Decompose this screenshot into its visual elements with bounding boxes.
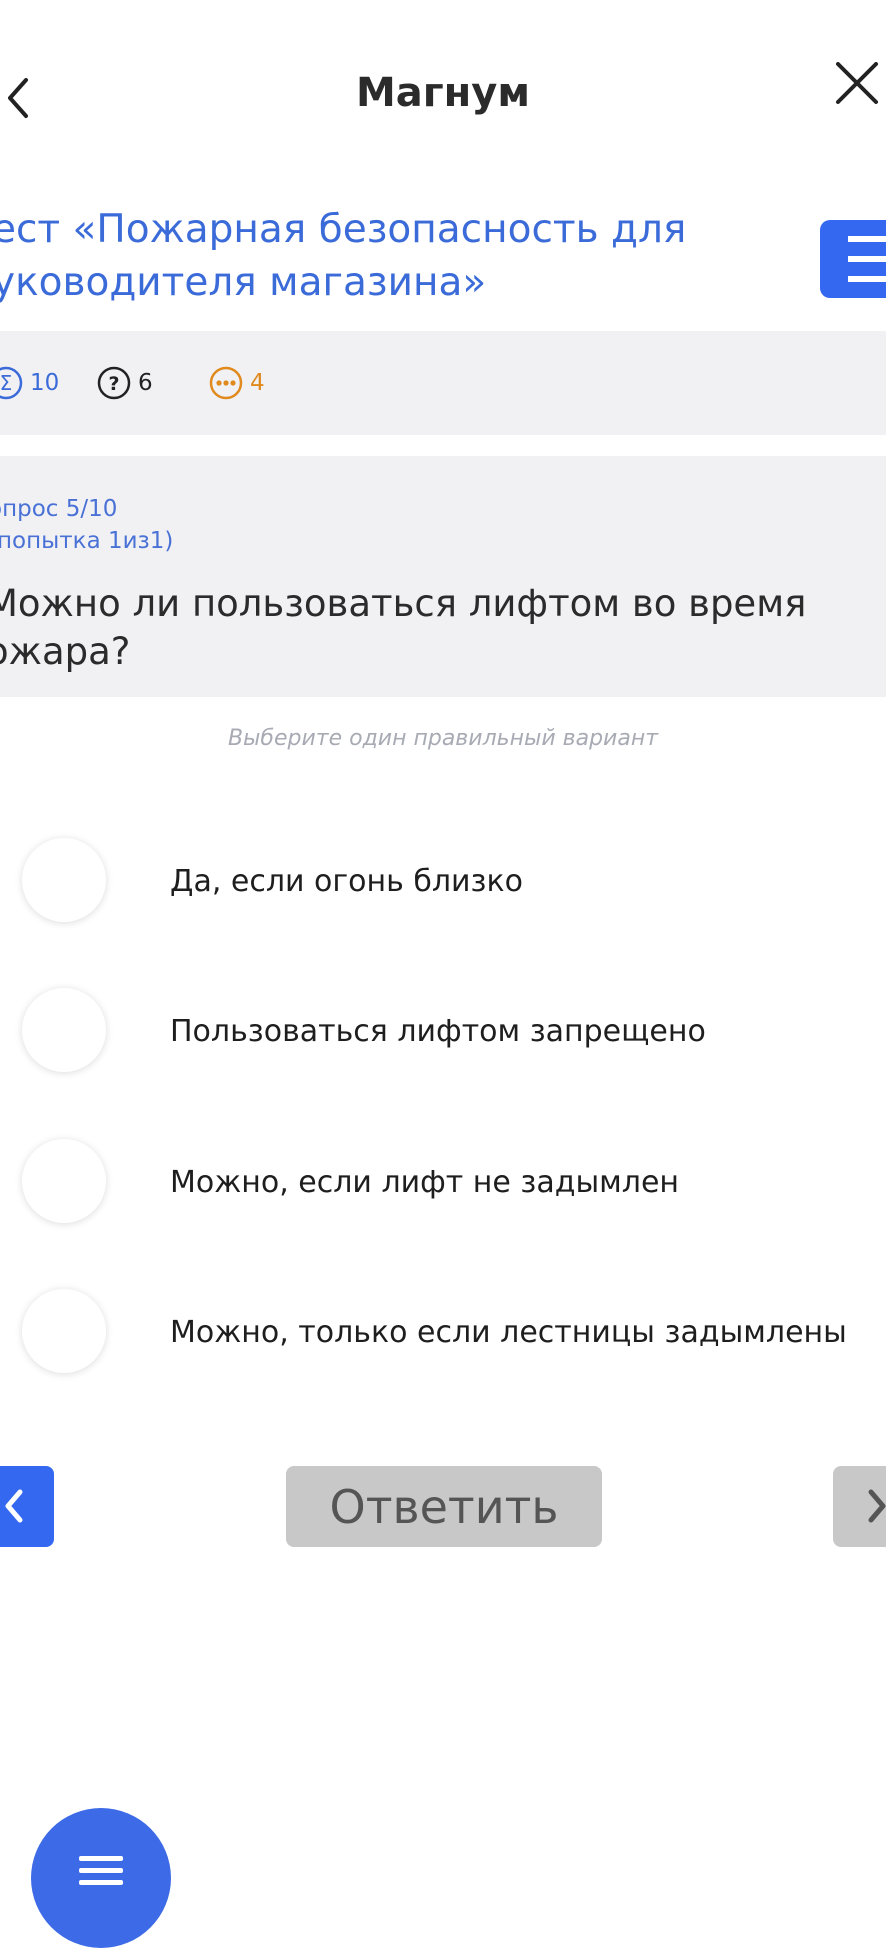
test-title: ест «Пожарная безопасность для уководите… <box>0 203 692 309</box>
answer-option-label: Пользоваться лифтом запрещено <box>170 1014 706 1049</box>
answer-option[interactable]: Пользоваться лифтом запрещено <box>0 976 886 1086</box>
answer-button[interactable]: Ответить <box>286 1466 602 1547</box>
answer-option[interactable]: Можно, если лифт не задымлен <box>0 1127 886 1237</box>
app-title: Магнум <box>355 70 531 116</box>
test-title-line-1: ест «Пожарная безопасность для <box>0 207 687 252</box>
hamburger-icon <box>848 236 886 282</box>
more-circle-icon <box>209 366 243 400</box>
close-icon <box>836 62 878 104</box>
radio-button[interactable] <box>22 988 106 1072</box>
question-circle-icon: ? <box>97 366 131 400</box>
svg-text:Σ: Σ <box>0 371 12 395</box>
chevron-right-icon <box>868 1489 886 1523</box>
radio-button[interactable] <box>22 1139 106 1223</box>
previous-question-button[interactable] <box>0 1466 54 1547</box>
stat-pending: 4 <box>208 364 265 402</box>
test-title-line-2: уководителя магазина» <box>0 260 487 305</box>
stat-total-value: 10 <box>30 370 60 396</box>
answer-option[interactable]: Да, если огонь близко <box>0 826 886 936</box>
question-text-line-2: ожара? <box>0 630 131 673</box>
svg-text:?: ? <box>108 373 119 395</box>
question-number: опрос 5/10 <box>0 496 118 522</box>
radio-button[interactable] <box>22 838 106 922</box>
answer-option-label: Можно, только если лестницы задымлены <box>170 1315 847 1350</box>
answer-option[interactable]: Можно, только если лестницы задымлены <box>0 1277 886 1387</box>
test-menu-button[interactable] <box>820 220 886 298</box>
stat-total: Σ 10 <box>0 364 59 402</box>
sigma-icon: Σ <box>0 366 23 400</box>
question-text-line-1: Можно ли пользоваться лифтом во время <box>0 582 807 625</box>
answer-hint: Выберите один правильный вариант <box>227 726 659 751</box>
answer-option-label: Да, если огонь близко <box>170 864 523 899</box>
question-attempt: (попытка 1из1) <box>0 528 174 554</box>
close-button[interactable] <box>826 62 886 132</box>
question-text: Можно ли пользоваться лифтом во время ож… <box>0 580 846 676</box>
stat-pending-value: 4 <box>250 370 265 396</box>
hamburger-icon <box>79 1856 123 1885</box>
answer-option-label: Можно, если лифт не задымлен <box>170 1165 680 1200</box>
floating-menu-button[interactable] <box>31 1808 171 1948</box>
radio-button[interactable] <box>22 1289 106 1373</box>
stat-unanswered: ? 6 <box>96 364 153 402</box>
next-question-button[interactable] <box>833 1466 886 1547</box>
chevron-left-icon <box>5 1489 23 1523</box>
stat-unanswered-value: 6 <box>138 370 153 396</box>
